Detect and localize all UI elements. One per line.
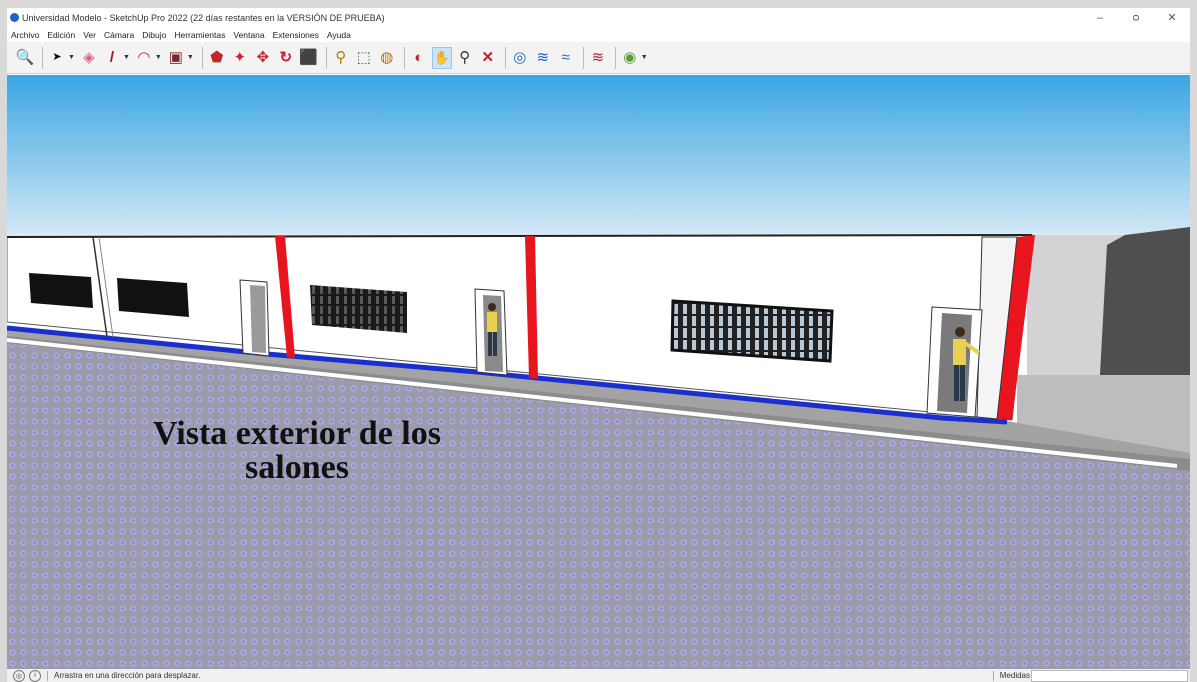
minimize-button[interactable]: – xyxy=(1082,8,1118,27)
window xyxy=(117,278,189,317)
zoom-icon[interactable]: ⚲ xyxy=(455,47,475,69)
account-icon[interactable]: ◉ xyxy=(620,47,640,69)
menu-ayuda[interactable]: Ayuda xyxy=(323,30,355,40)
measurements-input[interactable] xyxy=(1031,670,1188,682)
window-grille xyxy=(670,299,834,363)
toolbar-separator xyxy=(504,46,506,69)
menu-camara[interactable]: Cámara xyxy=(100,30,138,40)
scene-caption: Vista exterior de los salones xyxy=(127,417,467,485)
dropdown-caret-icon[interactable]: ▼ xyxy=(123,54,130,61)
dropdown-caret-icon[interactable]: ▼ xyxy=(187,54,194,61)
window xyxy=(29,273,93,308)
close-button[interactable]: ✕ xyxy=(1154,8,1190,27)
pan-hand-icon[interactable]: ✋ xyxy=(431,46,452,69)
toolbar-separator xyxy=(582,46,584,69)
geo-location-icon[interactable]: ◎ xyxy=(13,669,25,682)
info-icon[interactable]: i xyxy=(29,669,41,682)
dropdown-caret-icon[interactable]: ▼ xyxy=(68,54,75,61)
caption-line: salones xyxy=(245,449,349,486)
select-arrow-icon[interactable]: ➤ xyxy=(47,47,67,69)
menu-herramientas[interactable]: Herramientas xyxy=(170,30,229,40)
text-icon[interactable]: ⬚ xyxy=(354,47,374,69)
extension-warehouse-icon[interactable]: ≋ xyxy=(533,47,553,69)
pencil-line-icon[interactable]: / xyxy=(102,47,122,69)
layout-icon[interactable]: ≈ xyxy=(556,47,576,69)
measurements-label: Medidas xyxy=(987,669,1030,682)
menu-extensiones[interactable]: Extensiones xyxy=(269,30,323,40)
move-icon[interactable]: ✥ xyxy=(253,47,273,69)
search-icon[interactable]: 🔍 xyxy=(15,47,35,69)
window-title: Universidad Modelo - SketchUp Pro 2022 (… xyxy=(22,12,385,23)
menu-archivo[interactable]: Archivo xyxy=(7,30,43,40)
toolbar-separator xyxy=(614,46,616,69)
toolbar-separator xyxy=(403,46,405,69)
sky xyxy=(7,75,1190,245)
arc-icon[interactable]: ◠ xyxy=(134,47,154,69)
tape-measure-icon[interactable]: ⚲ xyxy=(331,47,351,69)
menu-edicion[interactable]: Edición xyxy=(43,30,79,40)
menu-ventana[interactable]: Ventana xyxy=(229,30,268,40)
zoom-extents-icon[interactable]: ✕ xyxy=(478,47,498,69)
measurements-label-text: Medidas xyxy=(999,671,1030,680)
rotate-icon[interactable]: ↻ xyxy=(276,47,296,69)
toolbar: 🔍 ➤ ▼ ◈ / ▼ ◠ ▼ ▣ ▼ ⬟ ✦ ✥ ↻ ⬛ ⚲ ⬚ ◍ ◐ ✋ … xyxy=(7,42,1190,74)
extension-manager-icon[interactable]: ≋ xyxy=(588,47,608,69)
restore-button[interactable]: ᴑ xyxy=(1118,8,1154,27)
follow-me-icon[interactable]: ✦ xyxy=(230,47,250,69)
dropdown-caret-icon[interactable]: ▼ xyxy=(155,54,162,61)
status-separator xyxy=(47,670,48,681)
title-bar: Universidad Modelo - SketchUp Pro 2022 (… xyxy=(7,8,1190,27)
toolbar-separator xyxy=(201,46,203,69)
toolbar-separator xyxy=(325,46,327,69)
status-hint: Arrastra en una dirección para desplazar… xyxy=(54,671,201,680)
rectangle-icon[interactable]: ▣ xyxy=(166,47,186,69)
dropdown-caret-icon[interactable]: ▼ xyxy=(641,54,648,61)
3d-warehouse-icon[interactable]: ◎ xyxy=(510,47,530,69)
push-pull-icon[interactable]: ⬟ xyxy=(207,47,227,69)
model-scene xyxy=(7,75,1190,669)
toolbar-separator xyxy=(42,46,43,69)
eraser-icon[interactable]: ◈ xyxy=(79,47,99,69)
door-opening xyxy=(250,285,266,353)
paint-bucket-icon[interactable]: ◍ xyxy=(377,47,397,69)
sketchup-app-icon xyxy=(10,13,19,22)
caption-line: Vista exterior de los xyxy=(153,415,441,452)
menu-ver[interactable]: Ver xyxy=(79,30,100,40)
window-grille xyxy=(310,285,407,333)
status-bar: ◎ i Arrastra en una dirección para despl… xyxy=(7,669,1190,682)
orbit-icon[interactable]: ◐ xyxy=(409,47,429,69)
sketchup-window: Universidad Modelo - SketchUp Pro 2022 (… xyxy=(7,8,1190,682)
scale-icon[interactable]: ⬛ xyxy=(299,47,319,69)
menu-bar: Archivo Edición Ver Cámara Dibujo Herram… xyxy=(7,27,1190,42)
3d-viewport[interactable]: Vista exterior de los salones xyxy=(7,75,1190,669)
window-controls: – ᴑ ✕ xyxy=(1082,8,1190,27)
status-separator xyxy=(992,670,994,681)
menu-dibujo[interactable]: Dibujo xyxy=(138,30,170,40)
